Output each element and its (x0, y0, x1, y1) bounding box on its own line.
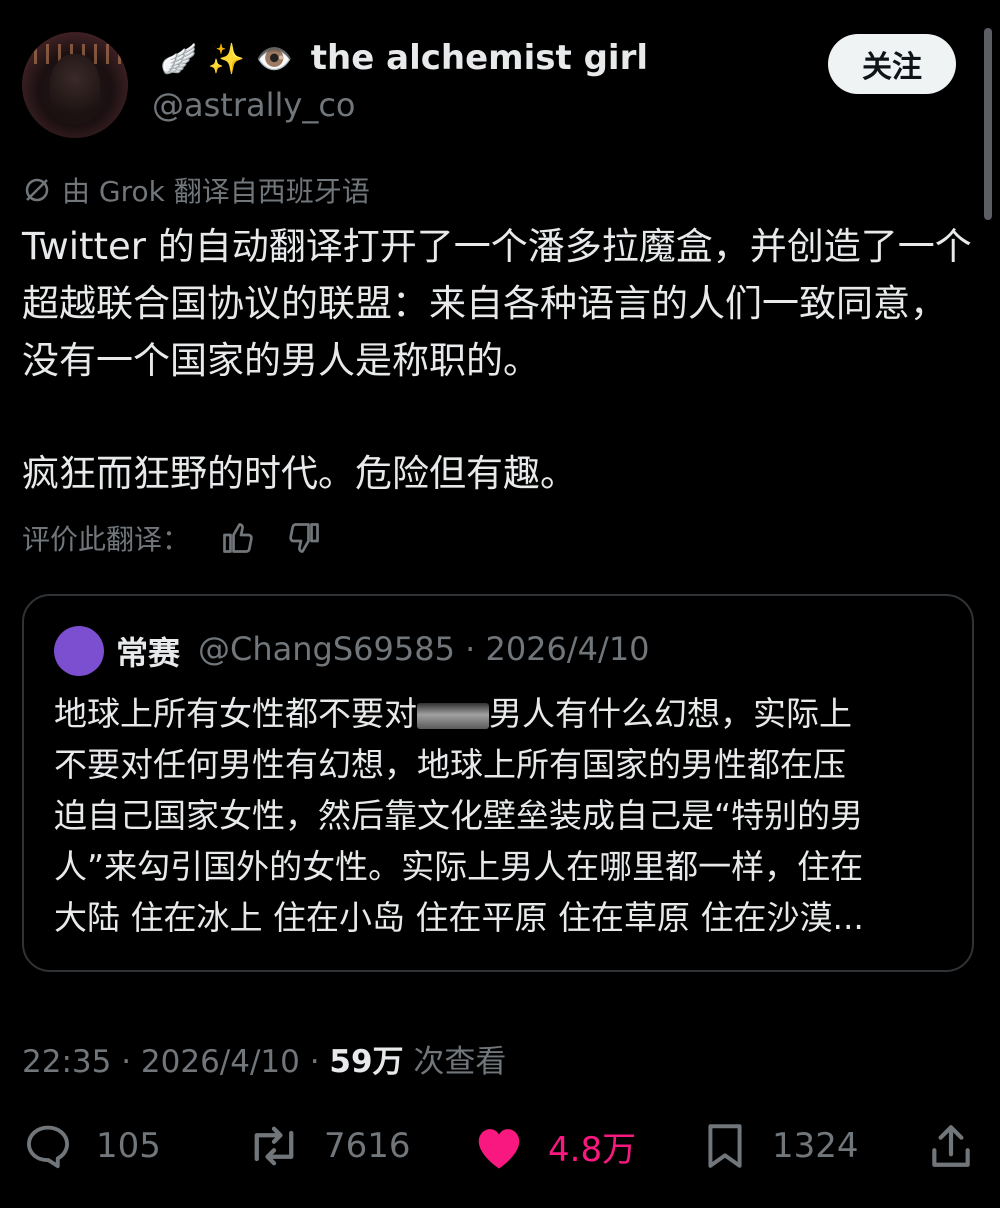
bookmark-count: 1324 (772, 1126, 859, 1166)
bookmark-icon (708, 1124, 742, 1168)
tweet-paragraph-2: 疯狂而狂野的时代。危险但有趣。 (22, 452, 577, 495)
rate-translation: 评价此翻译： (22, 518, 322, 558)
share-icon (932, 1125, 970, 1167)
avatar-figure (50, 54, 100, 124)
author-handle[interactable]: @astrally_co (152, 86, 355, 124)
thumbs-down-icon[interactable] (286, 520, 322, 556)
view-count: 59万 (329, 1044, 404, 1080)
tweet-time-date[interactable]: 22:35 · 2026/4/10 · (22, 1044, 320, 1080)
like-count: 4.8万 (548, 1129, 637, 1170)
repost-count: 7616 (324, 1126, 411, 1166)
scrollbar[interactable] (984, 28, 992, 220)
translate-icon (25, 178, 49, 202)
quoted-line-3: 迫自己国家女性，然后靠文化壁垒装成自己是“特别的男 (54, 796, 864, 835)
author-avatar[interactable] (22, 32, 128, 138)
like-button[interactable]: 4.8万 (472, 1118, 636, 1174)
author-name-row[interactable]: 🪽 ✨ 👁️ the alchemist girl (160, 38, 648, 78)
author-emojis: 🪽 ✨ 👁️ (160, 42, 293, 77)
reply-count: 105 (96, 1126, 161, 1166)
view-count-label: 次查看 (413, 1044, 507, 1080)
share-button[interactable] (926, 1118, 976, 1174)
heart-icon (478, 1129, 520, 1169)
follow-button[interactable]: 关注 (828, 34, 956, 94)
author-display-name[interactable]: the alchemist girl (311, 38, 648, 78)
tweet-text: Twitter 的自动翻译打开了一个潘多拉魔盒，并创造了一个超越联合国协议的联盟… (22, 218, 982, 502)
quoted-author-meta: @ChangS69585 · 2026/4/10 (198, 630, 650, 668)
quoted-line-1-after: 男人有什么幻想，实际上 (489, 694, 852, 733)
tweet-meta: 22:35 · 2026/4/10 · 59万 次查看 (22, 1036, 506, 1081)
translation-notice-text: 由 Grok 翻译自西班牙语 (62, 175, 370, 208)
reply-icon (26, 1125, 70, 1169)
thumbs-up-icon[interactable] (220, 520, 256, 556)
quoted-author-avatar[interactable] (54, 626, 104, 676)
quoted-line-4: 人”来勾引国外的女性。实际上男人在哪里都一样，住在 (54, 847, 864, 886)
translation-notice: 由 Grok 翻译自西班牙语 (22, 170, 370, 210)
quoted-line-1: 地球上所有女性都不要对 男人有什么幻想，实际上 (54, 688, 954, 739)
quoted-author-name[interactable]: 常赛 (116, 628, 180, 674)
bookmark-button[interactable]: 1324 (700, 1118, 859, 1174)
quoted-tweet-text: 地球上所有女性都不要对 男人有什么幻想，实际上 不要对任何男性有幻想，地球上所有国… (54, 688, 954, 943)
quoted-line-1-before: 地球上所有女性都不要对 (54, 694, 417, 733)
repost-icon (254, 1126, 294, 1166)
quoted-line-5: 大陆 住在冰上 住在小岛 住在平原 住在草原 住在沙漠... (54, 898, 864, 937)
tweet-paragraph-1: Twitter 的自动翻译打开了一个潘多拉魔盒，并创造了一个超越联合国协议的联盟… (22, 225, 972, 382)
redacted-word (417, 702, 489, 729)
repost-button[interactable]: 7616 (246, 1118, 411, 1174)
reply-button[interactable]: 105 (22, 1118, 161, 1174)
quoted-line-2: 不要对任何男性有幻想，地球上所有国家的男性都在压 (54, 745, 846, 784)
rate-translation-label: 评价此翻译： (22, 523, 191, 556)
